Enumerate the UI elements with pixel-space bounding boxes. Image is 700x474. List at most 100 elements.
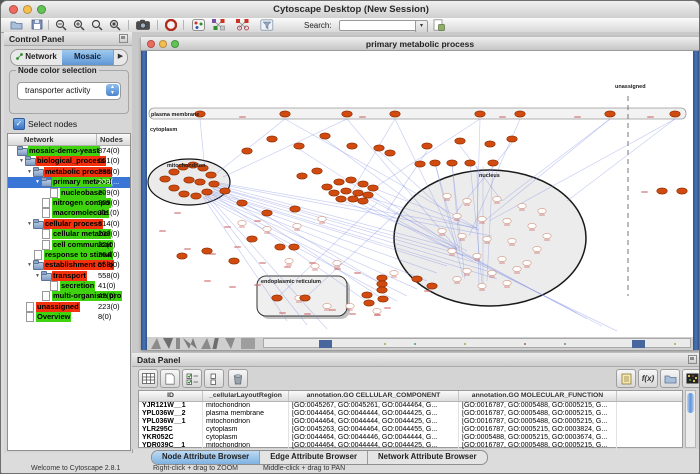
network-frame-titlebar[interactable]: primary metabolic process <box>141 37 699 51</box>
node-unhighlighted <box>533 246 541 251</box>
help-icon[interactable] <box>163 18 178 31</box>
tree-row[interactable]: unassigned223(0) <box>8 302 130 312</box>
search-input[interactable] <box>339 20 417 31</box>
group-title: Node color selection <box>16 66 99 75</box>
node-highlighted <box>378 296 388 302</box>
tree-row[interactable]: ▼metabolic process280(0) <box>8 167 130 177</box>
table-cell: [GO:0016787, GO:0005488, GO:0005215, G..… <box>459 442 617 450</box>
zoom-in-icon[interactable] <box>71 18 86 31</box>
folder-icon <box>17 146 27 154</box>
table-row[interactable]: YPL036W__1mitochondrion[GO:0044464, GO:0… <box>139 418 682 426</box>
node-unhighlighted <box>518 203 526 208</box>
tree-expand-icon[interactable]: ▼ <box>34 179 41 185</box>
select-nodes-checkbox[interactable]: ✓ <box>13 118 25 130</box>
node-unhighlighted <box>453 276 461 281</box>
tree-row[interactable]: Overview8(0) <box>8 312 130 322</box>
node-label-mark <box>234 246 241 248</box>
edge <box>207 195 417 289</box>
tab-mosaic[interactable]: Mosaic <box>62 50 113 65</box>
function-builder-icon[interactable]: f(x) <box>638 369 658 388</box>
tree-row[interactable]: mosaic-demo-yeast874(0) <box>8 146 130 156</box>
tree-expand-icon[interactable]: ▼ <box>26 262 33 268</box>
import-attributes-icon[interactable] <box>660 369 680 388</box>
table-row[interactable]: YPL036W__2plasma membrane[GO:0044464, GO… <box>139 410 682 418</box>
attribute-table-scrollbar[interactable] <box>685 390 696 448</box>
network-desktop: primary metabolic process plasma membran… <box>132 32 700 353</box>
tree-row-node-count: 41(0) <box>98 281 116 291</box>
tree-row[interactable]: nitrogen compo209(0) <box>8 198 130 208</box>
table-row[interactable]: YDR039C__1mitochondrion[GO:0044464, GO:0… <box>139 442 682 450</box>
tree-row[interactable]: cellular metabol209(0) <box>8 229 130 239</box>
snapshot-icon[interactable] <box>135 18 150 31</box>
node-highlighted <box>430 160 440 166</box>
tree-expand-icon[interactable]: ▼ <box>34 273 41 279</box>
data-panel-toolbar: f(x) <box>132 367 700 389</box>
control-panel-title: Control Panel <box>9 34 64 44</box>
tree-row-node-count: 874(0) <box>98 146 120 156</box>
tree-row[interactable]: ▼biological_process651(0) <box>8 156 130 166</box>
tree-row[interactable]: nucleobase-209(0) <box>8 188 130 198</box>
node-highlighted <box>475 111 485 117</box>
tree-row[interactable]: secretion41(0) <box>8 281 130 291</box>
zoom-fit-icon[interactable] <box>107 18 122 31</box>
tree-expand-icon[interactable]: ▼ <box>18 158 25 164</box>
edit-network-icon[interactable] <box>211 18 226 31</box>
float-panel-icon[interactable] <box>119 34 128 43</box>
column-header[interactable]: annotation.GO CELLULAR_COMPONENT <box>289 391 459 401</box>
node-unhighlighted <box>493 196 501 201</box>
network-view-frame[interactable]: primary metabolic process plasma membran… <box>141 37 699 350</box>
node-unhighlighted <box>448 248 456 253</box>
table-cell: mitochondrion <box>203 442 289 450</box>
tree-row[interactable]: response to stimul264(0) <box>8 250 130 260</box>
vizmapper-icon[interactable] <box>191 18 206 31</box>
network-canvas[interactable]: plasma membranecytoplasmmitochondrionnuc… <box>147 51 693 337</box>
tab-overflow-icon[interactable]: ▶ <box>113 50 127 65</box>
plugin-manager-icon[interactable] <box>431 18 446 31</box>
attribute-table-icon[interactable] <box>138 369 158 388</box>
delete-attribute-icon[interactable] <box>228 369 248 388</box>
tree-row[interactable]: multi-organism pro42(0) <box>8 291 130 301</box>
tree-row[interactable]: ▼establishment of lo558(0) <box>8 260 130 270</box>
save-icon[interactable] <box>29 18 44 31</box>
node-highlighted <box>364 300 374 306</box>
tree-row[interactable]: ▼cellular process614(0) <box>8 219 130 229</box>
node-unhighlighted <box>473 253 481 258</box>
node-color-dropdown[interactable]: transporter activity ▲▼ <box>17 82 121 100</box>
create-attribute-icon[interactable] <box>160 369 180 388</box>
tree-row[interactable]: macromolecule311(0) <box>8 208 130 218</box>
edit-network-nodes-icon[interactable] <box>235 18 250 31</box>
select-attributes-icon[interactable] <box>182 369 202 388</box>
zoom-selected-region-icon[interactable] <box>89 18 104 31</box>
open-file-icon[interactable] <box>9 18 24 31</box>
network-leaf-icon <box>41 198 51 206</box>
filter-icon[interactable] <box>259 18 274 31</box>
column-header[interactable]: annotation.GO MOLECULAR_FUNCTION <box>459 391 617 401</box>
attribute-editor-icon[interactable] <box>616 369 636 388</box>
column-header[interactable]: ID <box>139 391 203 401</box>
table-row[interactable]: YKR052Ccytoplasm[GO:0044464, GO:0044446,… <box>139 434 682 442</box>
zoom-out-icon[interactable] <box>53 18 68 31</box>
node-highlighted <box>202 248 212 254</box>
network-leaf-icon <box>25 302 35 310</box>
folder-icon <box>25 156 35 164</box>
node-color-selection-group: Node color selection transporter activit… <box>9 70 129 114</box>
tree-expand-icon[interactable]: ▼ <box>26 169 33 175</box>
scrollbar-thumb[interactable] <box>687 393 694 413</box>
window-titlebar[interactable]: Cytoscape Desktop (New Session) <box>1 1 700 19</box>
node-highlighted <box>374 145 384 151</box>
float-panel-icon[interactable] <box>688 355 697 364</box>
tab-network[interactable]: Network <box>11 50 62 65</box>
unselect-attributes-icon[interactable] <box>204 369 224 388</box>
node-label-mark <box>359 116 366 118</box>
column-header[interactable]: _cellularLayoutRegion <box>203 391 289 401</box>
attribute-table[interactable]: ID_cellularLayoutRegionannotation.GO CEL… <box>138 390 683 448</box>
tree-expand-icon[interactable]: ▼ <box>26 221 33 227</box>
edge <box>489 119 675 221</box>
table-row[interactable]: YLR295Ccytoplasm[GO:0045263, GO:0044464,… <box>139 426 682 434</box>
table-cell: YJR121W__1 <box>139 402 203 410</box>
tree-row[interactable]: cell communicat22(0) <box>8 240 130 250</box>
matrix-icon[interactable] <box>682 369 700 388</box>
tree-row[interactable]: ▼transport558(0) <box>8 271 130 281</box>
table-row[interactable]: YJR121W__1mitochondrion[GO:0045267, GO:0… <box>139 402 682 410</box>
tree-row[interactable]: ▼primary metabol209(... <box>8 177 130 187</box>
